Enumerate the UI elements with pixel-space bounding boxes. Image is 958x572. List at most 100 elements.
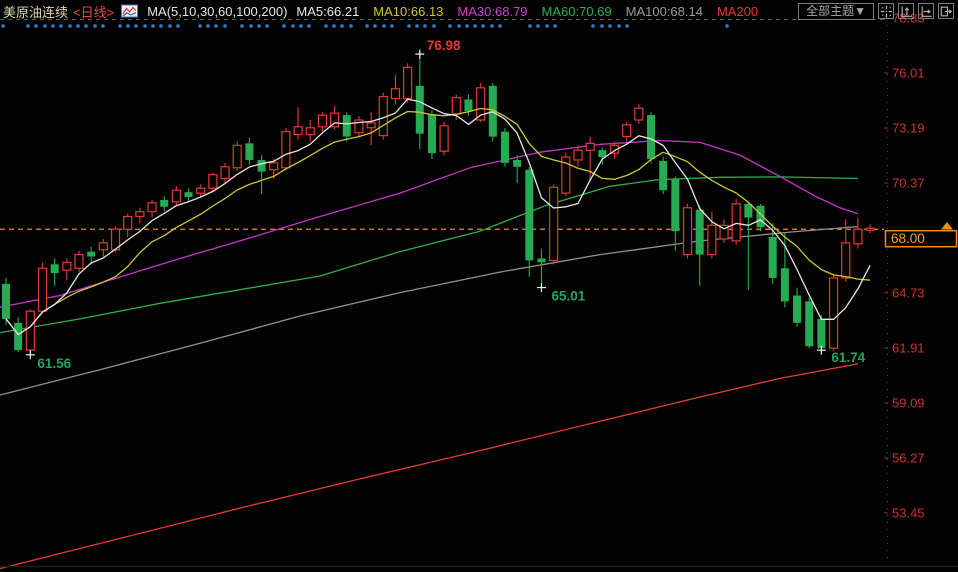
export-icon[interactable] xyxy=(938,3,954,19)
extreme-price-label: 65.01 xyxy=(551,289,585,304)
marker-dot xyxy=(625,24,629,28)
candle-body-up xyxy=(209,175,217,189)
candle-body-up xyxy=(391,89,399,99)
marker-dot xyxy=(101,24,105,28)
candle-body-up xyxy=(148,203,156,212)
marker-dot xyxy=(26,24,30,28)
marker-dot xyxy=(206,24,210,28)
ma60-line xyxy=(0,177,858,333)
marker-dot xyxy=(240,24,244,28)
candle-body-up xyxy=(684,208,692,255)
marker-dot xyxy=(340,24,344,28)
candle-body-up xyxy=(550,187,558,260)
ma-value: MA10:66.13 xyxy=(373,4,443,19)
ma-value: MA60:70.69 xyxy=(542,4,612,19)
marker-dot xyxy=(457,24,461,28)
mini-chart-icon xyxy=(121,4,138,18)
period-label[interactable]: <日线> xyxy=(73,2,114,21)
marker-dot xyxy=(118,24,122,28)
marker-dot xyxy=(151,24,155,28)
candle-body-down xyxy=(793,296,801,323)
extreme-price-label: 76.98 xyxy=(427,38,461,53)
axis-up-icon[interactable] xyxy=(898,3,914,19)
candle-body-down xyxy=(87,252,95,257)
marker-dot xyxy=(332,24,336,28)
candle-body-up xyxy=(221,167,229,179)
marker-dot xyxy=(43,24,47,28)
marker-dot xyxy=(407,24,411,28)
ma-value: MA5:66.21 xyxy=(296,4,359,19)
marker-dot xyxy=(34,24,38,28)
marker-dot xyxy=(545,24,549,28)
marker-dot xyxy=(498,24,502,28)
candle-body-down xyxy=(51,264,59,273)
candle-body-down xyxy=(185,192,193,197)
candle-body-down xyxy=(343,115,351,136)
marker-dot xyxy=(223,24,227,28)
candle-body-up xyxy=(586,143,594,150)
marker-dot xyxy=(84,24,88,28)
axis-right-icon[interactable] xyxy=(918,3,934,19)
candle-body-down xyxy=(428,114,436,153)
extreme-price-label: 61.56 xyxy=(37,356,71,371)
candle-body-down xyxy=(537,258,545,262)
candle-body-up xyxy=(26,311,34,350)
extreme-price-label: 61.74 xyxy=(831,350,865,365)
marker-dot xyxy=(528,24,532,28)
extreme-annotation: 76.98 xyxy=(415,38,461,59)
marker-dot xyxy=(473,24,477,28)
marker-dot xyxy=(282,24,286,28)
marker-dot xyxy=(465,24,469,28)
marker-dot xyxy=(349,24,353,28)
extreme-annotation: 61.56 xyxy=(26,350,72,371)
candle-body-up xyxy=(282,132,290,168)
marker-dot xyxy=(617,24,621,28)
candle-body-down xyxy=(659,161,667,190)
candle-body-up xyxy=(440,126,448,151)
candle-body-down xyxy=(525,170,533,261)
marker-dot xyxy=(382,24,386,28)
price-axis[interactable]: 78.8376.0173.1970.3764.7361.9159.0956.27… xyxy=(884,10,925,520)
theme-selector-button[interactable]: 全部主题▼ xyxy=(798,3,874,20)
candles xyxy=(2,54,874,355)
candle-body-down xyxy=(501,132,509,163)
candle-body-up xyxy=(830,278,838,348)
candle-body-down xyxy=(671,179,679,231)
candle-body-up xyxy=(708,225,716,254)
candle-body-up xyxy=(367,123,375,128)
marker-dot xyxy=(536,24,540,28)
candle-body-down xyxy=(781,268,789,301)
candle-body-up xyxy=(63,262,71,270)
marker-dot xyxy=(198,24,202,28)
marker-dot xyxy=(134,24,138,28)
candle-body-up xyxy=(197,188,205,193)
marker-dot xyxy=(159,24,163,28)
candle-body-down xyxy=(416,86,424,134)
crosshair-icon[interactable] xyxy=(878,3,894,19)
marker-dot xyxy=(126,24,130,28)
candle-body-down xyxy=(817,319,825,348)
candle-body-down xyxy=(769,237,777,278)
marker-dot xyxy=(591,24,595,28)
candle-body-up xyxy=(233,145,241,167)
marker-dot xyxy=(51,24,55,28)
candle-body-up xyxy=(270,163,278,170)
marker-dot xyxy=(176,24,180,28)
ma100-line xyxy=(0,227,858,396)
marker-dot xyxy=(390,24,394,28)
symbol-name[interactable]: 美原油连续 xyxy=(3,2,68,21)
candle-body-up xyxy=(732,204,740,241)
marker-dot xyxy=(168,24,172,28)
candle-body-down xyxy=(258,160,266,172)
price-arrow-up-icon xyxy=(941,222,953,230)
marker-dot xyxy=(481,24,485,28)
marker-dot xyxy=(214,24,218,28)
axis-label: 64.73 xyxy=(892,285,925,300)
ma-settings-label[interactable]: MA(5,10,30,60,100,200) xyxy=(147,4,287,19)
marker-dot xyxy=(423,24,427,28)
candlestick-chart[interactable]: 78.8376.0173.1970.3764.7361.9159.0956.27… xyxy=(0,0,958,572)
candle-body-up xyxy=(842,243,850,278)
ma200-line xyxy=(0,364,858,569)
extreme-annotation: 65.01 xyxy=(537,283,586,304)
marker-dot xyxy=(365,24,369,28)
